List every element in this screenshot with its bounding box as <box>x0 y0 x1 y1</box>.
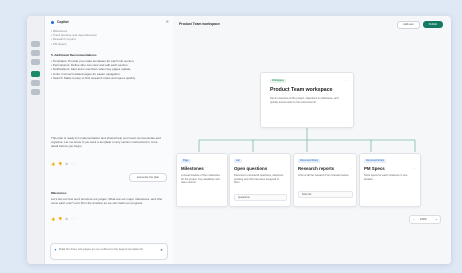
list-item: • PM Specs <box>51 41 67 46</box>
root-card[interactable]: Workspace Product Team workspace Set an … <box>260 72 354 128</box>
copilot-icon <box>51 20 54 24</box>
child-card-milestones[interactable]: Page Milestones A visual timeline of the… <box>176 153 228 207</box>
card-description: A visual timeline of the milestones for … <box>181 174 220 184</box>
more-apps-icon[interactable] <box>31 89 40 95</box>
card-tag: Page <box>181 159 191 163</box>
list-item: • Search: Make it easy to find research … <box>51 75 136 80</box>
chat-title: Copilot <box>56 20 69 24</box>
card-title: Open questions <box>234 166 268 171</box>
recommendation-list: • Templates: Provide pre-made templates … <box>51 59 165 80</box>
create-icon[interactable] <box>31 50 40 56</box>
card-title: Product Team workspace <box>270 87 333 93</box>
zoom-control: − 100% + <box>409 215 441 224</box>
card-title: PM Specs <box>364 166 385 171</box>
zoom-out-button[interactable]: − <box>413 216 415 223</box>
card-tag: Document library <box>298 159 321 163</box>
zoom-level: 100% <box>420 218 427 221</box>
generate-plan-button[interactable]: Generate the plan <box>129 173 167 182</box>
section-heading: 5. Additional Recommendations <box>51 53 97 57</box>
close-icon[interactable]: ✕ <box>166 19 169 24</box>
child-card-research-reports[interactable]: Document library Research reports A list… <box>293 153 357 207</box>
more-icon[interactable]: ··· <box>345 78 348 82</box>
second-heading: Milestones <box>51 191 67 195</box>
card-title: Research reports <box>298 166 335 171</box>
card-description: Set an overview of the project, objectiv… <box>270 97 339 104</box>
card-description: A list of all the research from relevant… <box>298 174 350 177</box>
connector-lines <box>198 126 416 152</box>
card-subitem[interactable]: Questions <box>234 194 287 201</box>
apps-icon[interactable] <box>31 80 40 86</box>
reaction-bar-2[interactable]: 👍 👎 ⧉ ··· <box>51 217 165 221</box>
card-description: Document unresolved questions, decisions… <box>234 174 284 184</box>
more-icon[interactable]: ··· <box>413 166 416 170</box>
chat-input[interactable]: ✦ Build the three sub-pages as you outli… <box>50 243 168 260</box>
sparkle-icon: ✦ <box>54 248 57 252</box>
card-title: Milestones <box>181 166 204 171</box>
send-icon[interactable]: ➤ <box>160 248 163 253</box>
workspace-icon[interactable] <box>31 71 40 77</box>
card-tag: Document library <box>364 159 387 163</box>
home-icon[interactable] <box>31 41 40 47</box>
chat-paragraph: This plan is ready for implementation an… <box>51 136 161 149</box>
chat-panel: Copilot ✕ • Milestones • Track timeline … <box>45 16 174 264</box>
card-tag: List <box>234 159 242 163</box>
more-icon[interactable]: ··· <box>349 166 352 170</box>
second-paragraph: Let's list out how we'd structure our pa… <box>51 197 163 206</box>
chat-input-text[interactable]: Build the three sub-pages as you outline… <box>59 247 149 252</box>
app-window: Copilot ✕ • Milestones • Track timeline … <box>27 16 451 264</box>
card-subitem[interactable]: Files list <box>298 191 353 198</box>
child-card-open-questions[interactable]: List Open questions Document unresolved … <box>229 153 291 207</box>
chat-header: Copilot ✕ <box>51 19 169 26</box>
files-icon[interactable] <box>31 59 40 65</box>
intro-list: • Milestones • Track timeline and depend… <box>51 29 165 46</box>
workspace-canvas: Product Team workspace Add user Publish … <box>173 16 451 264</box>
zoom-in-button[interactable]: + <box>435 216 437 223</box>
child-card-pm-specs[interactable]: Document library PM Specs Store specs fo… <box>359 153 421 207</box>
app-rail <box>27 16 45 264</box>
reaction-bar[interactable]: 👍 👎 ⧉ ··· <box>51 162 165 166</box>
card-description: Store specs for each milestone in one lo… <box>364 174 408 181</box>
card-tag: Workspace <box>270 79 286 83</box>
